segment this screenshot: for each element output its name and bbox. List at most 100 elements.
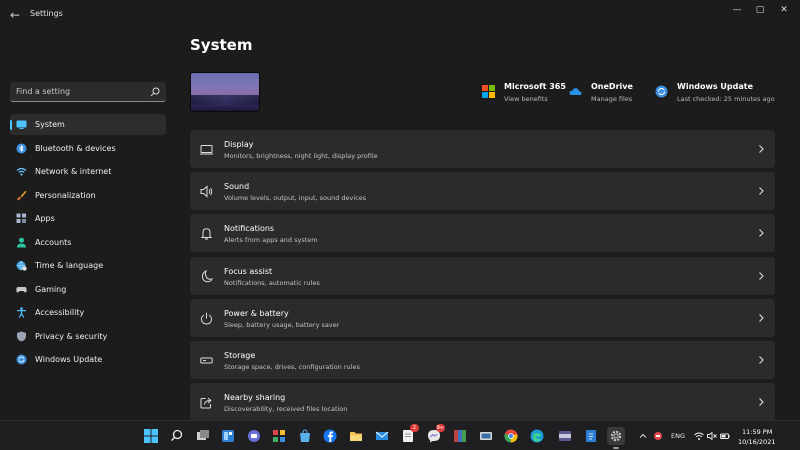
clock-date[interactable]: 10/16/2021 — [738, 438, 775, 446]
app-edge-button[interactable] — [528, 427, 546, 445]
shield-icon — [17, 331, 26, 341]
cloud-icon — [569, 88, 582, 95]
card-subtitle: Volume levels, output, input, sound devi… — [224, 194, 367, 203]
sidebar-nav: System Bluetooth & devices Network & int… — [10, 114, 166, 373]
speaker-icon — [200, 185, 213, 198]
widgets-button[interactable] — [219, 427, 237, 445]
sidebar-item-label: Gaming — [35, 284, 67, 294]
sidebar-item-bluetooth-devices[interactable]: Bluetooth & devices — [10, 138, 166, 159]
quick-link-subtitle: View benefits — [504, 95, 548, 103]
close-button[interactable]: ✕ — [774, 4, 794, 16]
gear-icon — [610, 430, 622, 442]
card-subtitle: Monitors, brightness, night light, displ… — [224, 152, 378, 160]
chevron-right-icon — [759, 187, 764, 196]
teams-chat-button[interactable] — [245, 427, 263, 445]
bell-icon — [200, 228, 213, 241]
active-app-indicator — [613, 447, 619, 449]
windows-logo-icon — [144, 429, 158, 443]
minimize-button[interactable]: — — [727, 4, 747, 16]
app-terminal-button[interactable] — [556, 427, 574, 445]
card-title: Power & battery — [224, 308, 289, 318]
tray-app-icon[interactable] — [653, 431, 663, 441]
sidebar-item-label: Bluetooth & devices — [35, 143, 116, 153]
display-icon — [200, 145, 213, 155]
app-title: Settings — [30, 9, 63, 18]
monitor-app-icon — [480, 432, 492, 440]
app-mail-button[interactable] — [373, 427, 391, 445]
sidebar-item-accessibility[interactable]: Accessibility — [10, 302, 166, 323]
search-icon[interactable] — [150, 87, 160, 97]
app-file-viewer-button[interactable] — [582, 427, 600, 445]
sidebar-item-label: Personalization — [35, 190, 96, 200]
sidebar-item-apps[interactable]: Apps — [10, 208, 166, 229]
sidebar-item-time-language[interactable]: Time & language — [10, 255, 166, 276]
app-messenger-button[interactable]: 9+ — [425, 424, 445, 445]
page-title: System — [190, 36, 253, 54]
app-settings-button[interactable] — [607, 427, 625, 449]
sidebar-item-label: Accessibility — [35, 308, 85, 317]
store-icon — [300, 429, 310, 442]
card-subtitle: Discoverability, received files location — [224, 405, 348, 414]
search-input[interactable] — [10, 82, 150, 101]
sidebar-item-personalization[interactable]: Personalization — [10, 185, 166, 206]
app-photos-button[interactable] — [270, 427, 288, 445]
battery-icon[interactable] — [720, 431, 730, 441]
wallpaper-thumbnail[interactable] — [190, 72, 260, 112]
maximize-button[interactable]: ▢ — [750, 4, 770, 16]
sidebar-item-label: Network & internet — [35, 167, 112, 176]
clock-time[interactable]: 11:59 PM — [742, 428, 772, 436]
taskbar: 2 9+ ENG 11:59 PM 10/16/2021 — [0, 420, 800, 450]
volume-muted-icon[interactable] — [707, 431, 717, 441]
monitor-icon — [16, 120, 27, 129]
brush-icon — [17, 190, 27, 200]
chevron-up-icon[interactable] — [638, 431, 648, 441]
card-focus-assist[interactable]: Focus assist Notifications, automatic ru… — [190, 256, 775, 295]
search-box[interactable] — [10, 82, 166, 102]
app-notes-button[interactable]: 2 — [399, 424, 419, 445]
card-display[interactable]: Display Monitors, brightness, night ligh… — [190, 130, 775, 168]
wifi-icon[interactable] — [694, 431, 704, 441]
chrome-icon — [504, 429, 518, 443]
app-facebook-button[interactable] — [321, 427, 339, 445]
chevron-right-icon — [759, 313, 764, 322]
card-sound[interactable]: Sound Volume levels, output, input, soun… — [190, 172, 775, 211]
card-power-battery[interactable]: Power & battery Sleep, battery usage, ba… — [190, 298, 775, 337]
update-icon — [655, 85, 668, 98]
app-display-tool-button[interactable] — [477, 427, 495, 445]
sidebar-item-windows-update[interactable]: Windows Update — [10, 349, 166, 370]
gamepad-icon — [16, 286, 27, 292]
sidebar-item-gaming[interactable]: Gaming — [10, 279, 166, 300]
card-title: Nearby sharing — [224, 393, 286, 403]
apps-icon — [16, 213, 26, 223]
quick-link-title: Microsoft 365 — [504, 82, 566, 91]
chat-icon — [248, 430, 260, 442]
card-subtitle: Alerts from apps and system — [224, 236, 318, 245]
settings-window: ← Settings — ▢ ✕ System Bluetooth & devi… — [0, 0, 800, 420]
update-icon — [16, 354, 27, 365]
sidebar-item-system[interactable]: System — [10, 114, 166, 135]
card-storage[interactable]: Storage Storage space, drives, configura… — [190, 340, 775, 379]
card-subtitle: Storage space, drives, configuration rul… — [224, 362, 360, 371]
taskbar-search-button[interactable] — [168, 427, 186, 445]
back-button[interactable]: ← — [8, 8, 22, 22]
quick-link-subtitle: Last checked: 25 minutes ago — [677, 95, 775, 103]
sidebar-item-network-internet[interactable]: Network & internet — [10, 161, 166, 182]
language-indicator[interactable]: ENG — [671, 432, 685, 440]
card-notifications[interactable]: Notifications Alerts from apps and syste… — [190, 214, 775, 253]
sidebar-item-privacy-security[interactable]: Privacy & security — [10, 326, 166, 347]
sidebar-item-accounts[interactable]: Accounts — [10, 232, 166, 253]
app-files-button[interactable] — [347, 427, 365, 445]
app-store-button[interactable] — [296, 427, 314, 445]
quick-link-title: Windows Update — [677, 82, 754, 91]
app-archive-button[interactable] — [451, 427, 469, 445]
card-nearby-sharing[interactable]: Nearby sharing Discoverability, received… — [190, 383, 775, 420]
start-button[interactable] — [142, 427, 160, 445]
accessibility-icon — [17, 307, 26, 318]
card-subtitle: Notifications, automatic rules — [224, 278, 320, 287]
task-view-icon — [197, 430, 209, 440]
app-chrome-button[interactable] — [502, 427, 520, 445]
chevron-right-icon — [759, 271, 764, 280]
archive-icon — [454, 430, 466, 442]
chevron-right-icon — [759, 145, 764, 153]
task-view-button[interactable] — [194, 427, 212, 445]
